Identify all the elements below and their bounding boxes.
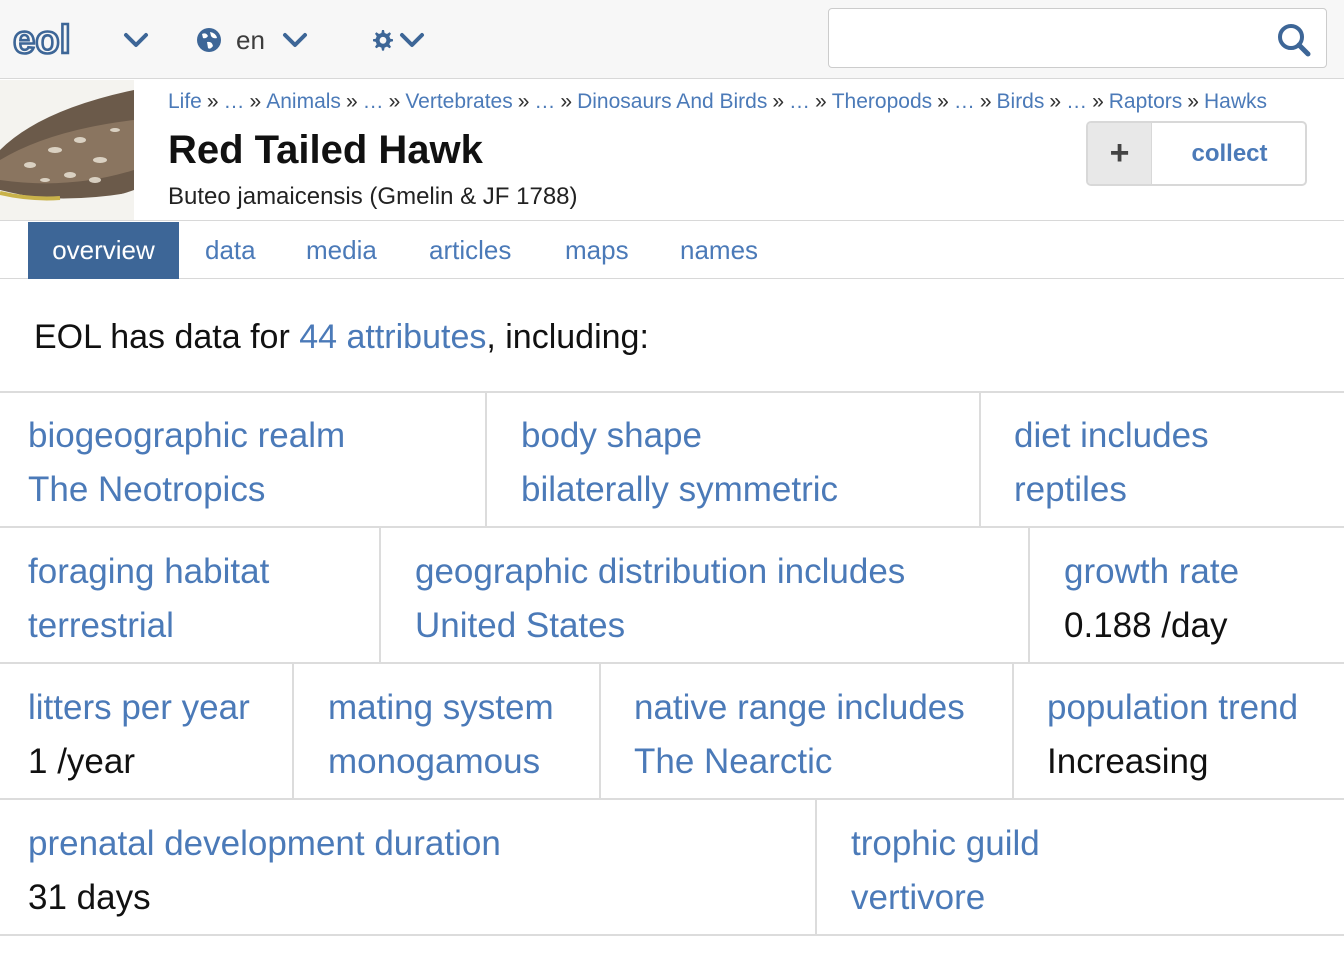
attribute-value: 31 days <box>28 878 151 917</box>
divider <box>0 934 1344 936</box>
divider <box>485 392 487 527</box>
search-icon[interactable] <box>1276 22 1312 58</box>
tab-articles[interactable]: articles <box>409 222 531 279</box>
breadcrumb-ellipsis[interactable]: … <box>534 90 555 113</box>
logo-menu-toggle[interactable] <box>122 20 150 60</box>
breadcrumb-separator: » <box>206 90 219 113</box>
attribute-value[interactable]: terrestrial <box>28 606 174 646</box>
collect-button[interactable]: + collect <box>1086 121 1307 186</box>
attribute-value: Increasing <box>1047 742 1209 781</box>
attribute-label[interactable]: prenatal development duration <box>28 824 501 864</box>
attribute-value[interactable]: reptiles <box>1014 470 1127 510</box>
attribute-label[interactable]: diet includes <box>1014 416 1209 456</box>
tab-bar: overview data media articles maps names <box>0 220 1344 279</box>
summary-suffix: , including: <box>486 318 649 356</box>
search-box <box>828 8 1327 68</box>
breadcrumb-ellipsis[interactable]: … <box>954 90 975 113</box>
language-selector[interactable]: en <box>196 20 309 60</box>
breadcrumb-separator: » <box>560 90 573 113</box>
attribute-value[interactable]: monogamous <box>328 742 540 782</box>
page-title: Red Tailed Hawk <box>168 128 483 172</box>
breadcrumb-ellipsis[interactable]: … <box>363 90 384 113</box>
tab-data[interactable]: data <box>185 222 276 279</box>
breadcrumb-item[interactable]: Dinosaurs And Birds <box>577 90 767 113</box>
breadcrumb-item[interactable]: Birds <box>997 90 1045 113</box>
breadcrumb-item[interactable]: Animals <box>266 90 341 113</box>
attribute-value: 0.188 /day <box>1064 606 1228 645</box>
taxon-thumbnail[interactable] <box>0 80 134 220</box>
tab-maps[interactable]: maps <box>545 222 649 279</box>
breadcrumb-ellipsis[interactable]: … <box>789 90 810 113</box>
divider <box>979 392 981 527</box>
chevron-down-icon <box>400 33 424 47</box>
chevron-down-icon <box>124 33 148 47</box>
breadcrumb-separator: » <box>388 90 401 113</box>
search-input[interactable] <box>839 17 1259 59</box>
attribute-label[interactable]: biogeographic realm <box>28 416 345 456</box>
attribute-label[interactable]: mating system <box>328 688 554 728</box>
attribute-value[interactable]: The Neotropics <box>28 470 265 510</box>
breadcrumb-item[interactable]: Hawks <box>1204 90 1267 113</box>
attribute-value: 1 /year <box>28 742 135 781</box>
divider <box>0 391 1344 393</box>
divider <box>815 799 817 935</box>
breadcrumb-separator: » <box>1092 90 1104 113</box>
collect-label: collect <box>1191 139 1268 167</box>
divider <box>599 663 601 799</box>
attribute-label[interactable]: foraging habitat <box>28 552 269 592</box>
tab-overview[interactable]: overview <box>28 222 179 279</box>
gear-icon <box>373 30 393 51</box>
divider <box>1012 663 1014 799</box>
top-bar: eol en <box>0 0 1344 79</box>
attributes-count-link[interactable]: 44 attributes <box>299 318 486 356</box>
attribute-label[interactable]: native range includes <box>634 688 965 728</box>
data-summary: EOL has data for 44 attributes, includin… <box>34 318 649 357</box>
breadcrumb-separator: » <box>1049 90 1062 113</box>
breadcrumb-separator: » <box>979 90 992 113</box>
attribute-value[interactable]: The Nearctic <box>634 742 832 782</box>
divider <box>0 798 1344 800</box>
globe-icon <box>197 28 221 52</box>
divider <box>0 662 1344 664</box>
breadcrumb-item[interactable]: Vertebrates <box>405 90 512 113</box>
divider <box>379 527 381 663</box>
attribute-label[interactable]: trophic guild <box>851 824 1040 864</box>
attribute-label[interactable]: body shape <box>521 416 702 456</box>
summary-prefix: EOL has data for <box>34 318 300 356</box>
breadcrumb-ellipsis[interactable]: … <box>1066 90 1087 113</box>
plus-icon: + <box>1088 123 1152 184</box>
divider <box>0 526 1344 528</box>
attribute-value[interactable]: bilaterally symmetric <box>521 470 838 510</box>
breadcrumb-separator: » <box>345 90 358 113</box>
breadcrumb-separator: » <box>1187 90 1199 113</box>
scientific-name: Buteo jamaicensis (Gmelin & JF 1788) <box>168 183 578 210</box>
breadcrumb-ellipsis[interactable]: … <box>224 90 245 113</box>
breadcrumb-separator: » <box>815 90 827 113</box>
chevron-down-icon <box>282 33 307 47</box>
attribute-value[interactable]: vertivore <box>851 878 985 918</box>
breadcrumb-item[interactable]: Theropods <box>832 90 932 113</box>
settings-menu[interactable] <box>370 20 426 60</box>
attribute-label[interactable]: litters per year <box>28 688 250 728</box>
attribute-label[interactable]: geographic distribution includes <box>415 552 905 592</box>
breadcrumb-separator: » <box>772 90 785 113</box>
breadcrumb: Life»…» Animals»…» Vertebrates»…» Dinosaurs… <box>168 88 1316 116</box>
breadcrumb-separator: » <box>249 90 262 113</box>
breadcrumb-item[interactable]: Raptors <box>1109 90 1183 113</box>
divider <box>292 663 294 799</box>
svg-text:eol: eol <box>13 20 71 60</box>
attribute-value[interactable]: United States <box>415 606 625 646</box>
breadcrumb-item[interactable]: Life <box>168 90 202 113</box>
breadcrumb-separator: » <box>517 90 530 113</box>
breadcrumb-separator: » <box>937 90 949 113</box>
language-label: en <box>236 24 265 55</box>
attribute-label[interactable]: population trend <box>1047 688 1298 728</box>
attribute-label[interactable]: growth rate <box>1064 552 1239 592</box>
tab-names[interactable]: names <box>660 222 778 279</box>
divider <box>1028 527 1030 663</box>
tab-media[interactable]: media <box>286 222 397 279</box>
eol-logo[interactable]: eol <box>13 20 103 60</box>
